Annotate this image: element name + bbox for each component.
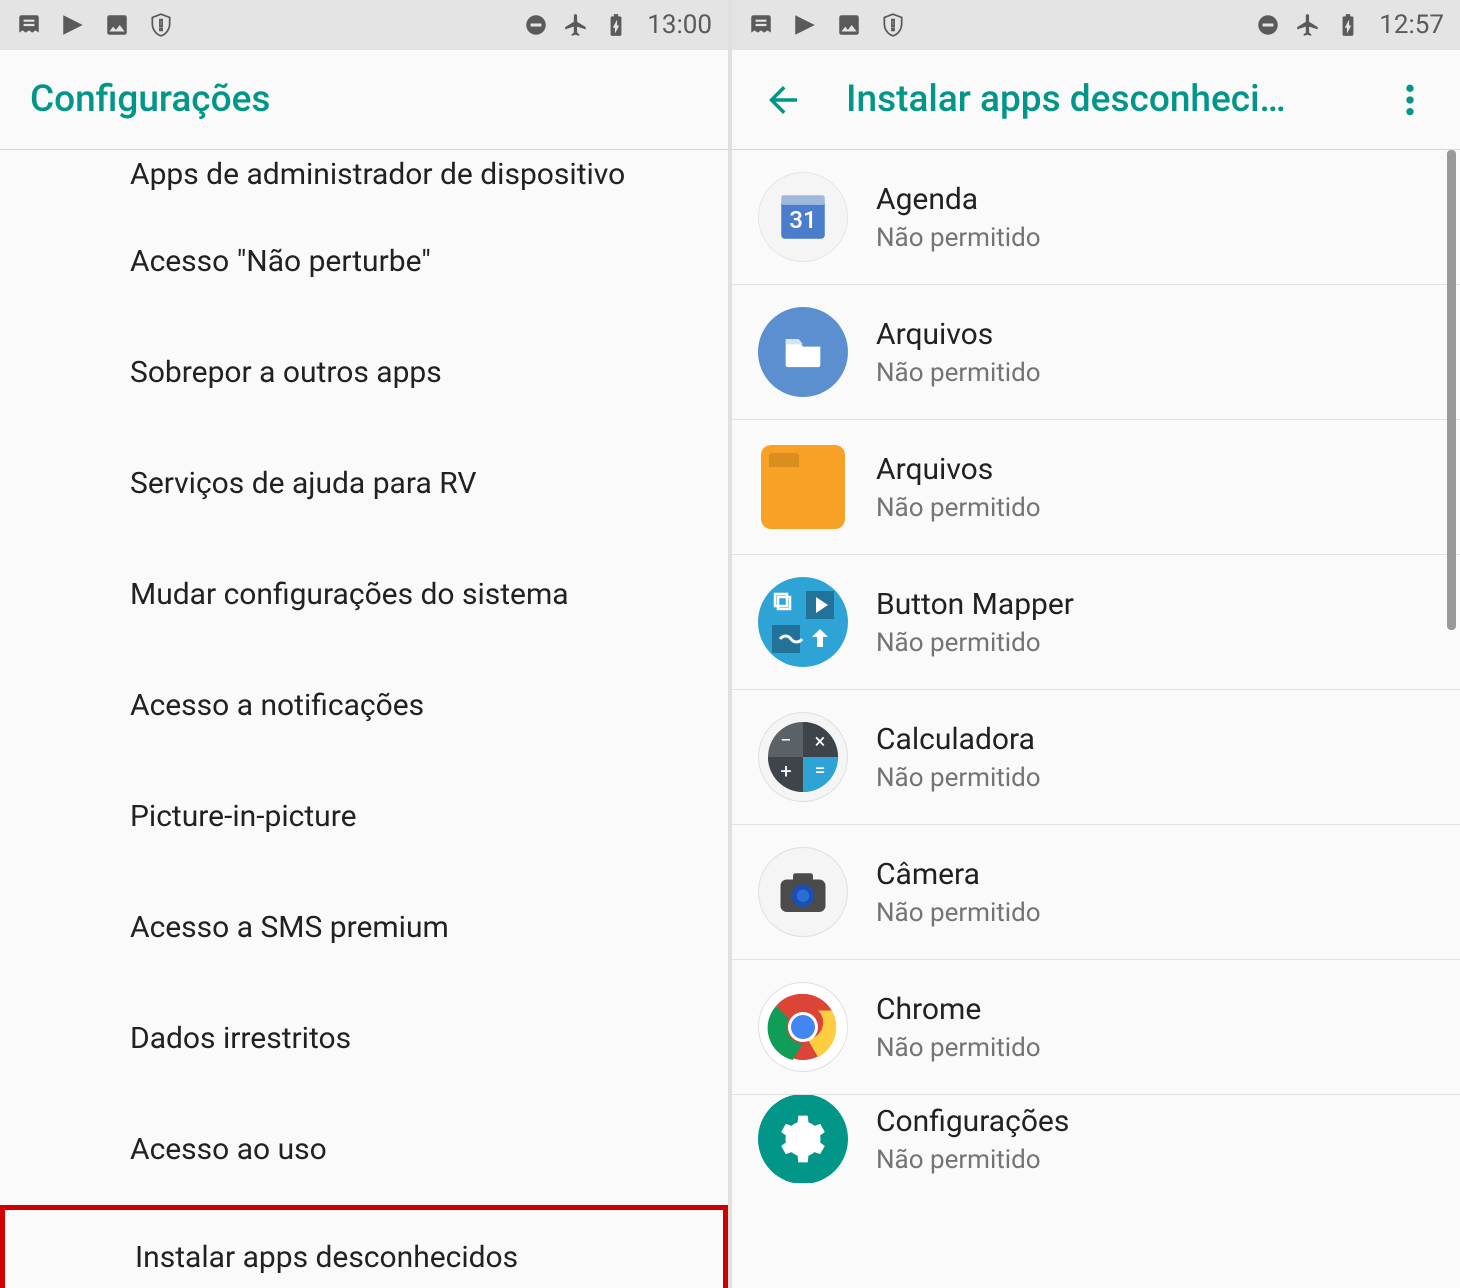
- app-status: Não permitido: [876, 898, 1041, 928]
- app-row-configuracoes[interactable]: Configurações Não permitido: [732, 1095, 1460, 1183]
- scrollbar[interactable]: [1447, 150, 1456, 630]
- settings-item-premium-sms[interactable]: Acesso a SMS premium: [0, 872, 728, 983]
- dnd-icon: [1255, 12, 1281, 38]
- files-orange-icon: [758, 442, 848, 532]
- settings-gear-icon: [758, 1095, 848, 1183]
- app-row-arquivos-2[interactable]: Arquivos Não permitido: [732, 420, 1460, 555]
- image-icon: [836, 12, 862, 38]
- status-time: 12:57: [1379, 10, 1444, 40]
- page-title: Instalar apps desconheci…: [846, 78, 1378, 121]
- shield-alert-icon: [880, 12, 906, 38]
- receipt-icon: [748, 12, 774, 38]
- app-bar: Configurações: [0, 50, 728, 150]
- app-status: Não permitido: [876, 1033, 1041, 1063]
- battery-charging-icon: [1335, 12, 1361, 38]
- app-row-camera[interactable]: Câmera Não permitido: [732, 825, 1460, 960]
- app-status: Não permitido: [876, 1145, 1069, 1175]
- app-status: Não permitido: [876, 628, 1074, 658]
- back-arrow-icon[interactable]: [762, 79, 804, 121]
- app-status: Não permitido: [876, 763, 1041, 793]
- airplane-icon: [563, 12, 589, 38]
- settings-item-install-unknown[interactable]: Instalar apps desconhecidos: [5, 1210, 723, 1288]
- settings-item-usage-access[interactable]: Acesso ao uso: [0, 1094, 728, 1205]
- app-name: Arquivos: [876, 452, 1041, 487]
- app-row-arquivos-1[interactable]: Arquivos Não permitido: [732, 285, 1460, 420]
- page-title: Configurações: [30, 78, 270, 121]
- app-name: Arquivos: [876, 317, 1041, 352]
- airplane-icon: [1295, 12, 1321, 38]
- settings-list[interactable]: Apps de administrador de dispositivo Ace…: [0, 150, 728, 1288]
- status-bar: 13:00: [0, 0, 728, 50]
- app-name: Câmera: [876, 857, 1041, 892]
- settings-item-modify-system[interactable]: Mudar configurações do sistema: [0, 539, 728, 650]
- svg-text:31: 31: [789, 206, 816, 234]
- button-mapper-icon: [758, 577, 848, 667]
- app-status: Não permitido: [876, 358, 1041, 388]
- files-blue-icon: [758, 307, 848, 397]
- screen-settings: 13:00 Configurações Apps de administrado…: [0, 0, 728, 1288]
- app-name: Chrome: [876, 992, 1041, 1027]
- highlight-install-unknown: Instalar apps desconhecidos: [0, 1205, 728, 1288]
- battery-charging-icon: [603, 12, 629, 38]
- app-name: Calculadora: [876, 722, 1041, 757]
- receipt-icon: [16, 12, 42, 38]
- status-time: 13:00: [647, 10, 712, 40]
- app-name: Agenda: [876, 182, 1041, 217]
- settings-item-unrestricted-data[interactable]: Dados irrestritos: [0, 983, 728, 1094]
- play-icon: [60, 12, 86, 38]
- agenda-icon: 31: [758, 172, 848, 262]
- play-icon: [792, 12, 818, 38]
- camera-icon: [758, 847, 848, 937]
- screen-install-unknown: 12:57 Instalar apps desconheci… 31 Agend…: [732, 0, 1460, 1288]
- settings-item-overlay[interactable]: Sobrepor a outros apps: [0, 317, 728, 428]
- dnd-icon: [523, 12, 549, 38]
- settings-item-dnd-access[interactable]: Acesso "Não perturbe": [0, 206, 728, 317]
- app-bar: Instalar apps desconheci…: [732, 50, 1460, 150]
- settings-item-notification-access[interactable]: Acesso a notificações: [0, 650, 728, 761]
- settings-item-pip[interactable]: Picture-in-picture: [0, 761, 728, 872]
- calculator-icon: −× + =: [758, 712, 848, 802]
- app-status: Não permitido: [876, 223, 1041, 253]
- app-name: Button Mapper: [876, 587, 1074, 622]
- image-icon: [104, 12, 130, 38]
- more-vert-icon[interactable]: [1390, 80, 1430, 120]
- app-name: Configurações: [876, 1104, 1069, 1139]
- app-row-calculadora[interactable]: −× + = Calculadora Não permitido: [732, 690, 1460, 825]
- shield-alert-icon: [148, 12, 174, 38]
- svg-text:×: ×: [815, 729, 826, 753]
- app-status: Não permitido: [876, 493, 1041, 523]
- settings-item-admin-apps[interactable]: Apps de administrador de dispositivo: [0, 150, 728, 206]
- settings-item-vr-helper[interactable]: Serviços de ajuda para RV: [0, 428, 728, 539]
- app-list[interactable]: 31 Agenda Não permitido Arquivos Não permi…: [732, 150, 1460, 1288]
- chrome-icon: [758, 982, 848, 1072]
- app-row-agenda[interactable]: 31 Agenda Não permitido: [732, 150, 1460, 285]
- app-row-button-mapper[interactable]: Button Mapper Não permitido: [732, 555, 1460, 690]
- svg-text:−: −: [780, 728, 791, 752]
- status-bar: 12:57: [732, 0, 1460, 50]
- svg-text:+: +: [780, 759, 791, 783]
- svg-text:=: =: [815, 758, 826, 782]
- app-row-chrome[interactable]: Chrome Não permitido: [732, 960, 1460, 1095]
